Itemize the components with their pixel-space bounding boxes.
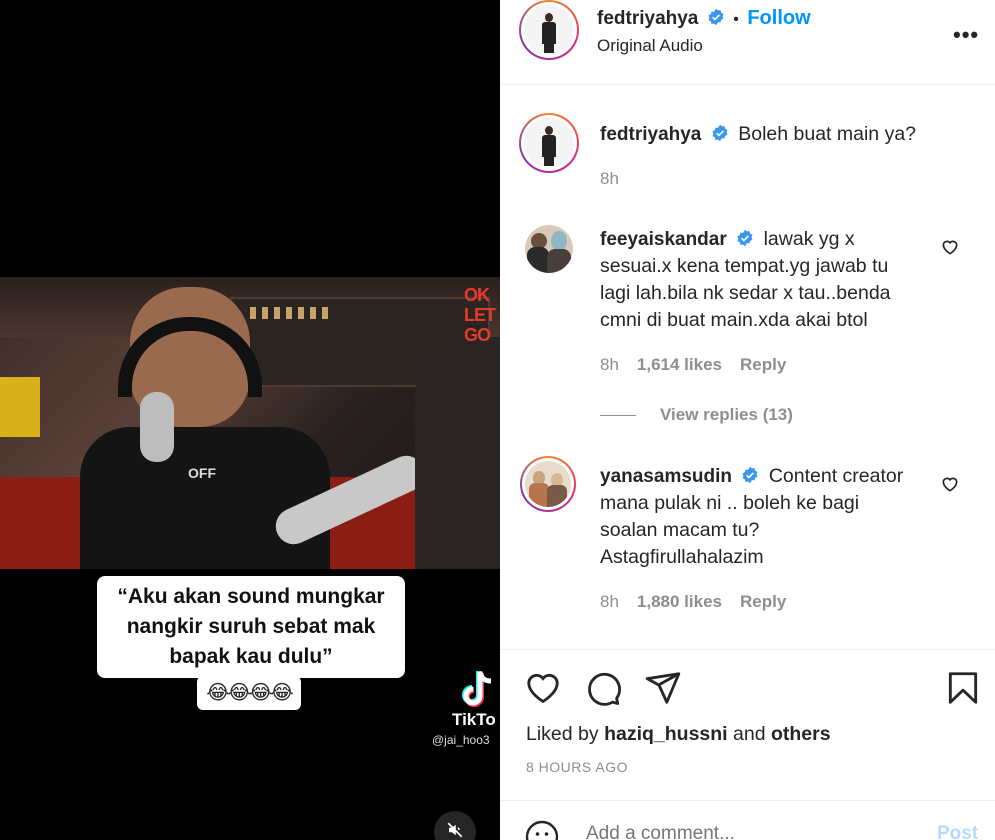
reply-button[interactable]: Reply (740, 355, 786, 375)
share-icon[interactable] (644, 669, 682, 707)
liked-by-and: and (733, 723, 766, 745)
liked-by-prefix: Liked by (526, 723, 599, 745)
post-actions: Liked by haziq_hussni and others 8 HOURS… (500, 651, 995, 781)
add-comment-bar: Post (500, 800, 995, 840)
comment-text-line: Astagfirullahalazim (600, 546, 764, 568)
reply-button[interactable]: Reply (740, 592, 786, 612)
speaker-muted-icon (447, 822, 463, 838)
comment-username[interactable]: fedtriyahya (600, 124, 701, 145)
comment-time: 8h (600, 592, 619, 611)
audio-label[interactable]: Original Audio (597, 36, 703, 56)
comment-text-line: lawak yg x (763, 228, 855, 250)
caption-emoji: 😂😂😂😂 (197, 676, 301, 710)
video-frame: OFF OK LET GO (0, 277, 500, 569)
comments-list: fedtriyahya Boleh buat main ya? 8h feeya… (500, 85, 995, 650)
like-comment-icon[interactable] (940, 237, 960, 257)
post-comment-button[interactable]: Post (937, 823, 978, 840)
follow-button[interactable]: Follow (747, 7, 810, 29)
like-comment-icon[interactable] (940, 474, 960, 494)
shirt-text: OFF (188, 465, 216, 481)
emoji-icon[interactable] (524, 819, 560, 840)
liked-by: Liked by haziq_hussni and others (526, 723, 831, 746)
heart-icon[interactable] (524, 669, 562, 707)
comment-text: Boleh buat main ya? (738, 123, 917, 145)
verified-badge-icon (742, 466, 758, 484)
caption-line: “Aku akan sound mungkar (117, 585, 385, 608)
tiktok-brand: TikTo (452, 710, 496, 729)
avatar[interactable] (525, 225, 573, 273)
verified-badge-icon (708, 8, 724, 26)
liked-by-user[interactable]: haziq_hussni (604, 723, 728, 745)
comment-text-line: soalan macam tu? (600, 519, 760, 541)
comment-likes[interactable]: 1,614 likes (637, 355, 722, 375)
avatar[interactable] (519, 0, 579, 60)
more-options-icon[interactable]: ••• (953, 22, 979, 48)
comment-text-line: Content creator (768, 465, 904, 487)
comment-icon[interactable] (584, 669, 622, 707)
comment-text-line: cmni di buat main.xda akai btol (600, 309, 868, 331)
video-player[interactable]: OFF OK LET GO “Aku akan sound mungkar na… (0, 0, 500, 840)
microphone (140, 392, 174, 462)
comment-time: 8h (600, 169, 619, 188)
author-username[interactable]: fedtriyahya (597, 8, 698, 29)
separator-dot: • (733, 11, 739, 28)
yellow-equipment (0, 377, 40, 437)
comment-time: 8h (600, 355, 619, 374)
liked-by-others[interactable]: others (771, 723, 831, 745)
post-header: fedtriyahya • Follow Original Audio ••• (500, 0, 995, 85)
mute-button[interactable] (434, 811, 476, 840)
tiktok-handle: @jai_hoo3 (432, 733, 490, 747)
add-comment-input[interactable] (586, 823, 886, 840)
amplifier-knobs (250, 307, 330, 319)
comment-username[interactable]: feeyaiskandar (600, 229, 727, 250)
video-caption: “Aku akan sound mungkar nangkir suruh se… (97, 576, 405, 678)
view-replies-button[interactable]: View replies (13) (600, 405, 793, 425)
comment-text-line: sesuai.x kena tempat.yg jawab tu (600, 255, 889, 277)
person-shirt (80, 427, 330, 569)
replies-divider (600, 414, 636, 416)
caption-line: nangkir suruh sebat mak (126, 615, 376, 638)
studio-sign: OK LET GO (464, 285, 496, 345)
comment-username[interactable]: yanasamsudin (600, 466, 732, 487)
verified-badge-icon (712, 124, 728, 142)
avatar[interactable] (520, 456, 576, 512)
comment-likes[interactable]: 1,880 likes (637, 592, 722, 612)
tiktok-logo-icon (460, 670, 500, 710)
caption-line: bapak kau dulu” (169, 645, 333, 668)
view-replies-label: View replies (13) (660, 405, 793, 424)
verified-badge-icon (737, 229, 753, 247)
avatar[interactable] (519, 113, 579, 173)
comment-text-line: mana pulak ni .. boleh ke bagi (600, 492, 860, 514)
instagram-post-modal: OFF OK LET GO “Aku akan sound mungkar na… (0, 0, 995, 840)
second-person (415, 337, 500, 569)
post-timestamp[interactable]: 8 HOURS AGO (526, 759, 628, 775)
post-details-panel: fedtriyahya • Follow Original Audio ••• (500, 0, 995, 840)
comment-text-line: lagi lah.bila nk sedar x tau..benda (600, 282, 891, 304)
save-bookmark-icon[interactable] (944, 669, 982, 707)
